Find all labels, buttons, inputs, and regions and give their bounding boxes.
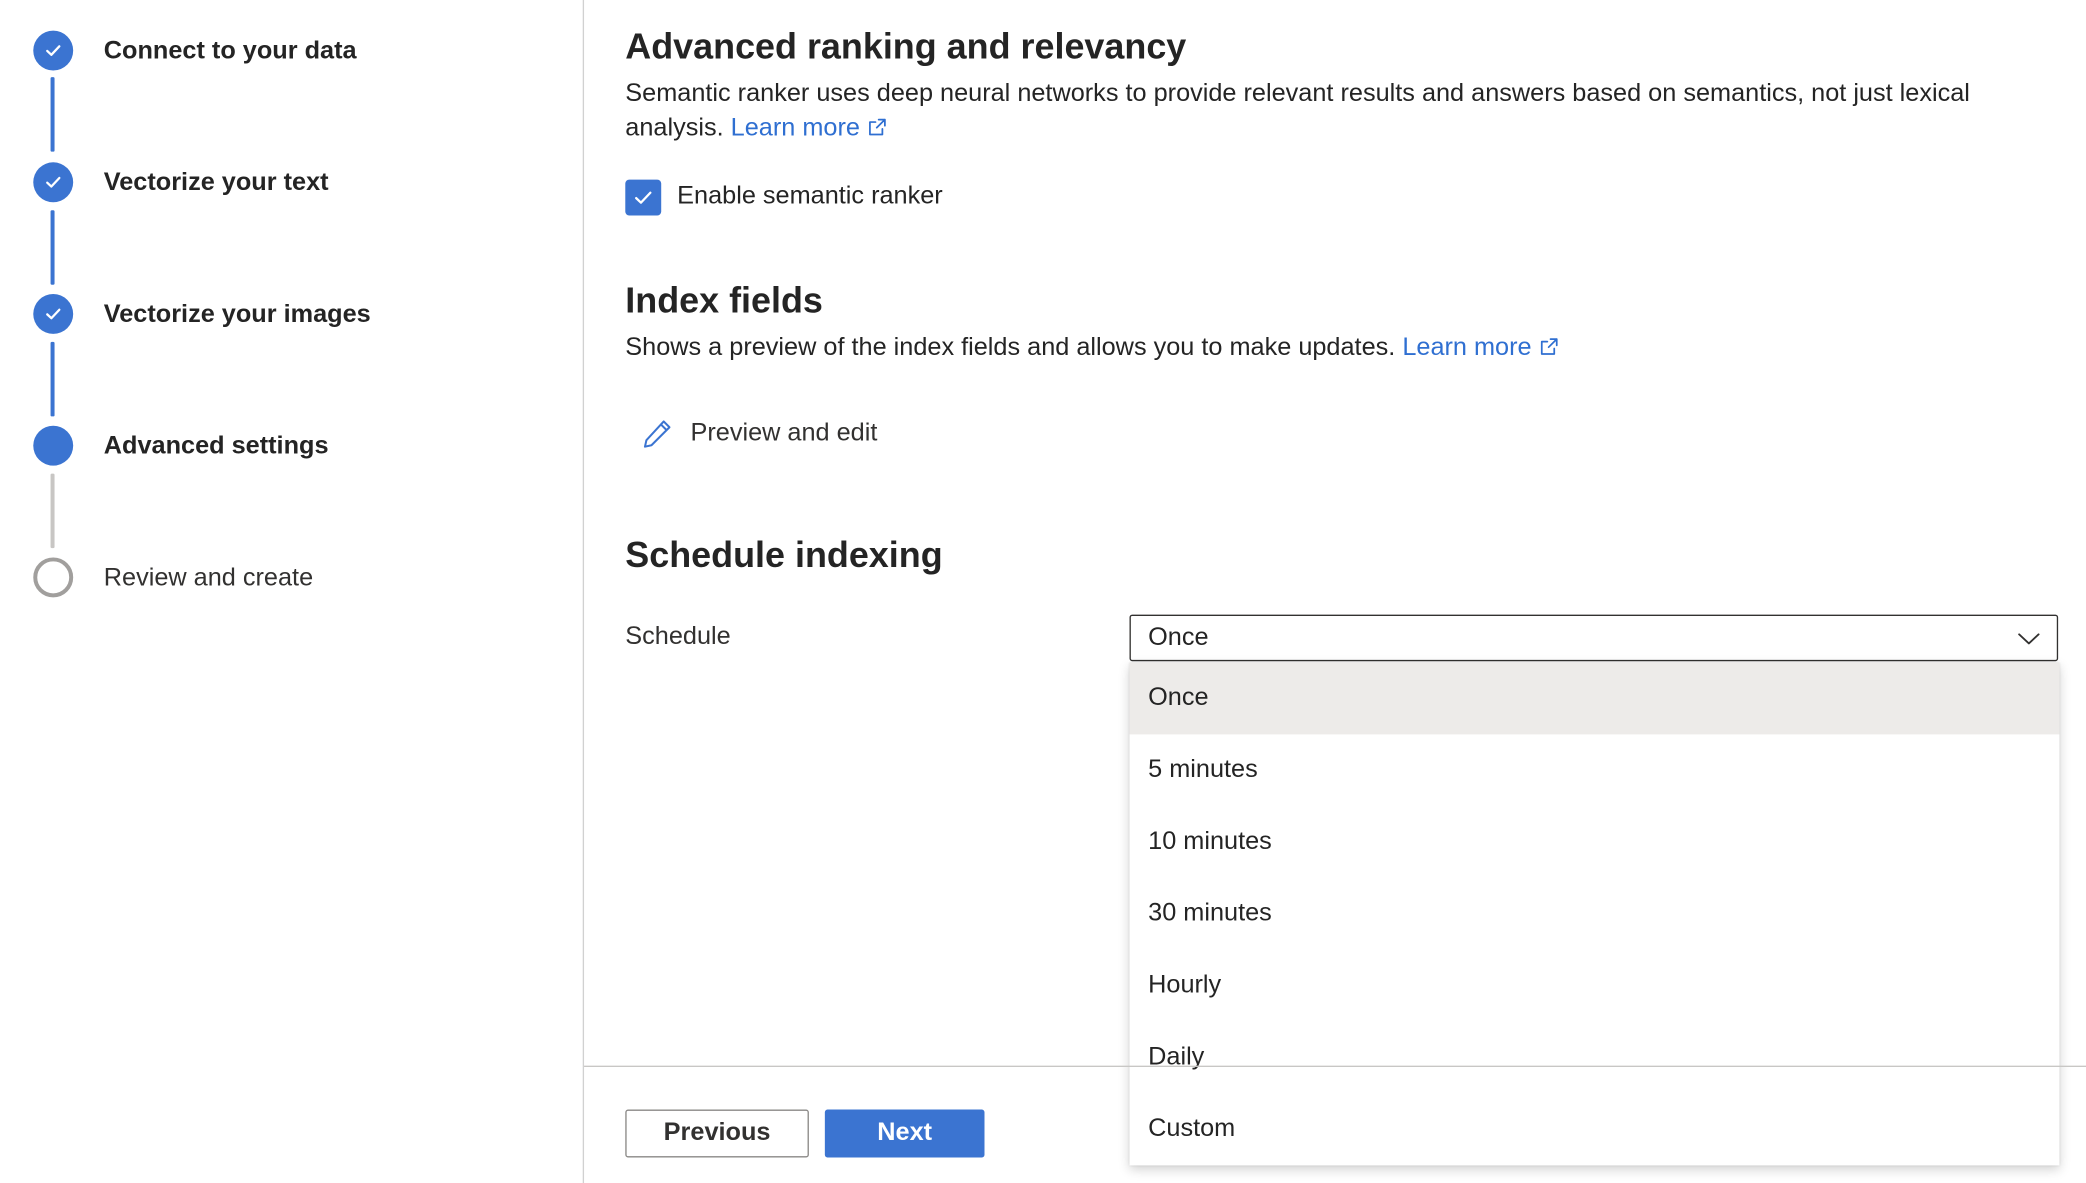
step-connector <box>50 341 55 417</box>
schedule-options-listbox: Once 5 minutes 10 minutes 30 minutes Hou… <box>1129 662 2060 1166</box>
schedule-option-10-minutes[interactable]: 10 minutes <box>1130 806 2060 878</box>
panel-divider <box>582 0 585 1183</box>
step-connector <box>50 210 55 285</box>
external-link-icon <box>1541 338 1558 355</box>
index-fields-description: Shows a preview of the index fields and … <box>625 331 1559 366</box>
index-fields-title: Index fields <box>625 280 823 321</box>
preview-and-edit-button[interactable]: Preview and edit <box>640 414 877 454</box>
external-link-icon <box>869 118 887 136</box>
ranking-description: Semantic ranker uses deep neural network… <box>625 77 2035 146</box>
semantic-ranker-label: Enable semantic ranker <box>677 182 943 211</box>
step-current-dot-icon <box>33 425 74 466</box>
index-fields-description-text: Shows a preview of the index fields and … <box>625 333 1396 362</box>
pencil-icon <box>643 420 671 448</box>
step-pending-circle-icon <box>33 557 74 598</box>
ranking-learn-more-link[interactable]: Learn more <box>731 114 888 142</box>
schedule-option-once[interactable]: Once <box>1129 662 2060 735</box>
next-button[interactable]: Next <box>824 1109 985 1158</box>
step-complete-checkmark-icon <box>33 162 74 203</box>
schedule-option-30-minutes[interactable]: 30 minutes <box>1130 878 2060 950</box>
schedule-option-hourly[interactable]: Hourly <box>1130 950 2060 1022</box>
schedule-option-custom[interactable]: Custom <box>1130 1094 2060 1166</box>
step-connect-data[interactable]: Connect to your data <box>104 36 357 68</box>
learn-more-label: Learn more <box>730 114 860 143</box>
schedule-dropdown-value: Once <box>1148 623 1209 652</box>
ranking-section-title: Advanced ranking and relevancy <box>625 26 1187 67</box>
step-connector <box>50 473 55 549</box>
checkmark-icon <box>635 190 652 204</box>
schedule-field-label: Schedule <box>625 622 731 651</box>
semantic-ranker-checkbox-row[interactable]: Enable semantic ranker <box>625 178 943 215</box>
step-connector <box>50 77 55 152</box>
learn-more-label: Learn more <box>1402 333 1532 362</box>
schedule-indexing-title: Schedule indexing <box>625 534 943 575</box>
chevron-down-icon <box>2018 632 2040 644</box>
step-review-create[interactable]: Review and create <box>104 563 313 595</box>
schedule-option-5-minutes[interactable]: 5 minutes <box>1130 734 2060 806</box>
schedule-dropdown[interactable]: Once <box>1129 614 2059 662</box>
preview-and-edit-label: Preview and edit <box>690 419 878 448</box>
step-vectorize-images[interactable]: Vectorize your images <box>104 299 371 331</box>
footer-divider <box>584 1065 2086 1067</box>
schedule-option-daily[interactable]: Daily <box>1130 1022 2060 1094</box>
step-vectorize-text[interactable]: Vectorize your text <box>104 168 329 200</box>
index-fields-learn-more-link[interactable]: Learn more <box>1402 334 1559 362</box>
previous-button[interactable]: Previous <box>625 1109 809 1158</box>
semantic-ranker-checkbox[interactable] <box>625 178 662 215</box>
wizard-stepper: Connect to your data Vectorize your text… <box>0 0 583 1183</box>
step-complete-checkmark-icon <box>33 294 74 334</box>
step-advanced-settings[interactable]: Advanced settings <box>104 431 329 463</box>
step-complete-checkmark-icon <box>33 30 74 71</box>
